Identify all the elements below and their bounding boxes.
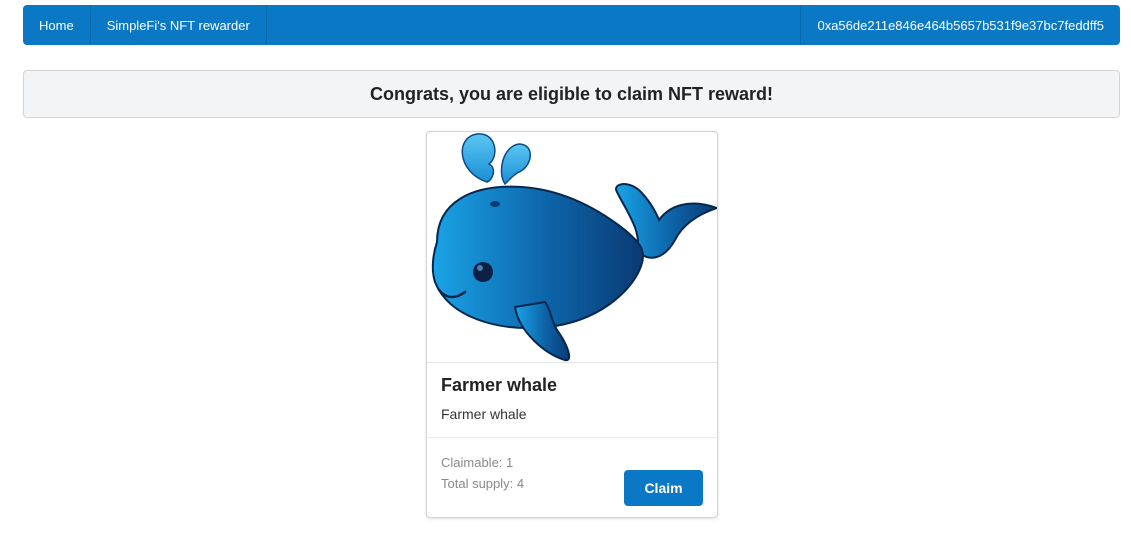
nav-home-link[interactable]: Home bbox=[23, 5, 91, 45]
top-navbar: Home SimpleFi's NFT rewarder 0xa56de211e… bbox=[23, 5, 1120, 45]
eligibility-message: Congrats, you are eligible to claim NFT … bbox=[369, 83, 774, 104]
nav-app-link[interactable]: SimpleFi's NFT rewarder bbox=[91, 5, 267, 45]
nft-card: Farmer whale Farmer whale Claimable: 1 T… bbox=[426, 131, 718, 518]
wallet-address[interactable]: 0xa56de211e846e464b5657b531f9e37bc7feddf… bbox=[800, 5, 1120, 45]
claim-button[interactable]: Claim bbox=[624, 470, 703, 506]
card-extra: Claimable: 1 Total supply: 4 Claim bbox=[427, 438, 717, 517]
eligibility-banner: Congrats, you are eligible to claim NFT … bbox=[23, 70, 1120, 118]
card-content: Farmer whale Farmer whale bbox=[427, 363, 717, 438]
card-title: Farmer whale bbox=[441, 375, 558, 395]
whale-icon bbox=[427, 133, 717, 363]
card-description: Farmer whale bbox=[441, 406, 527, 422]
